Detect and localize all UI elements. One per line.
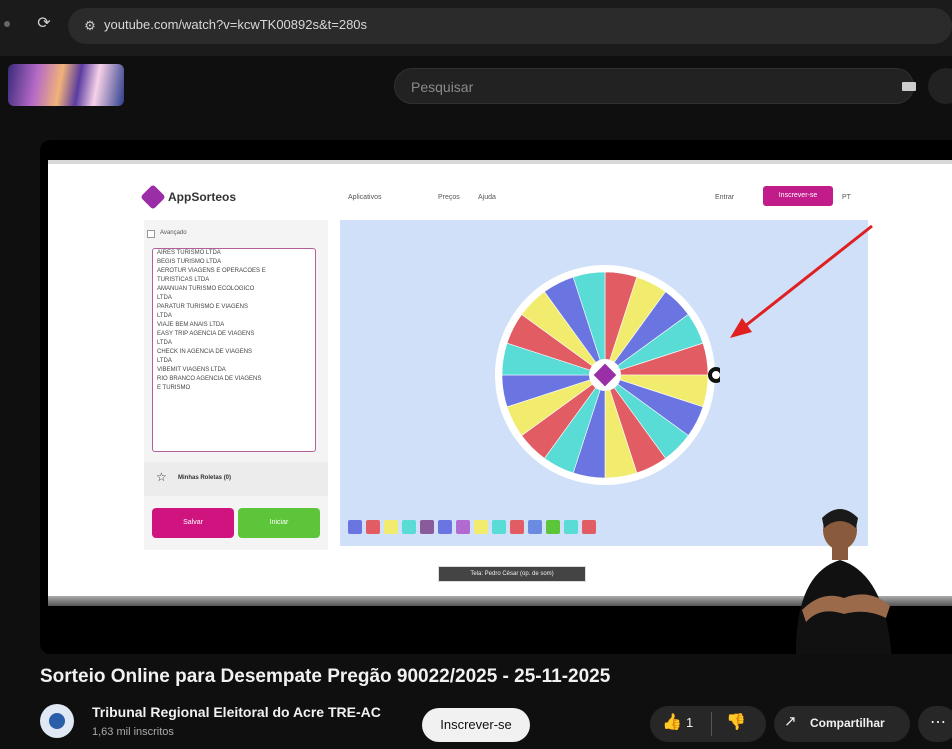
doodle-logo[interactable] <box>8 64 124 106</box>
entry: LTDA <box>157 340 172 346</box>
subscriber-count: 1,63 mil inscritos <box>92 726 174 738</box>
color-swatch <box>438 520 452 534</box>
entry: VIBEMIT VIAGENS LTDA <box>157 367 226 373</box>
color-swatch <box>528 520 542 534</box>
video-player[interactable]: AppSorteos Aplicativos Preços Ajuda Entr… <box>40 140 952 654</box>
search-placeholder: Pesquisar <box>411 79 474 95</box>
appsorteos-logo: AppSorteos <box>168 190 237 204</box>
color-swatches <box>348 520 596 534</box>
credit-caption: Tela: Pedro César (op. de som) <box>438 566 586 582</box>
like-divider <box>711 712 712 736</box>
entry: RIO BRANCO AGENCIA DE VIAGENS <box>157 376 262 382</box>
back-icon[interactable] <box>4 21 10 27</box>
my-wheels-label: Minhas Roletas (0) <box>178 475 232 481</box>
save-button-frame: Salvar <box>152 508 234 538</box>
dislike-icon[interactable]: 👎 <box>726 712 746 732</box>
entry: CHECK IN AGENCIA DE VIAGENS <box>157 349 253 355</box>
keyboard-icon[interactable] <box>902 82 916 91</box>
color-swatch <box>366 520 380 534</box>
entry: AMANUAN TURISMO ECOLOGICO <box>157 286 255 292</box>
color-swatch <box>546 520 560 534</box>
menu-prices: Preços <box>438 194 460 201</box>
color-swatch <box>402 520 416 534</box>
search-input[interactable]: Pesquisar <box>394 68 914 104</box>
entry: LTDA <box>157 358 172 364</box>
advanced-checkbox <box>147 230 155 238</box>
url-text[interactable]: youtube.com/watch?v=kcwTK00892s&t=280s <box>104 17 367 32</box>
color-swatch <box>348 520 362 534</box>
color-swatch <box>492 520 506 534</box>
entry: AIRES TURISMO LTDA <box>157 250 221 256</box>
menu-help: Ajuda <box>478 194 496 201</box>
entry: EASY TRIP AGENCIA DE VIAGENS <box>157 331 255 337</box>
like-icon[interactable]: 👍 <box>662 712 682 732</box>
prize-wheel <box>495 265 720 485</box>
share-label[interactable]: Compartilhar <box>810 716 885 730</box>
menu-lang: PT <box>842 194 851 201</box>
red-arrow-icon <box>730 224 873 338</box>
channel-avatar[interactable] <box>40 704 74 738</box>
start-button-frame: Iniciar <box>238 508 320 538</box>
entry: VIAJE BEM ANAIS LTDA <box>157 322 225 328</box>
appsorteos-logo-icon <box>140 184 166 210</box>
color-swatch <box>474 520 488 534</box>
wheel-pointer-icon <box>708 367 720 383</box>
channel-name[interactable]: Tribunal Regional Eleitoral do Acre TRE-… <box>92 704 381 720</box>
menu-apps: Aplicativos <box>348 194 382 201</box>
entries-list: AIRES TURISMO LTDA BEGIS TURISMO LTDA AE… <box>152 248 316 452</box>
like-count[interactable]: 1 <box>686 715 693 730</box>
my-wheels-bar: ☆ Minhas Roletas (0) <box>144 462 328 496</box>
color-swatch <box>384 520 398 534</box>
entry: PARATUR TURISMO E VIAGENS <box>157 304 249 310</box>
video-title: Sorteio Online para Desempate Pregão 900… <box>40 666 611 687</box>
entry: AEROTUR VIAGENS E OPERACOES E <box>157 268 266 274</box>
entry: BEGIS TURISMO LTDA <box>157 259 222 265</box>
share-icon[interactable]: ↗ <box>784 712 797 730</box>
reload-icon[interactable]: ⟳ <box>34 14 54 34</box>
entry: LTDA <box>157 313 172 319</box>
signup-button-frame: Inscrever-se <box>763 186 833 206</box>
entry: TURISTICAS LTDA <box>157 277 210 283</box>
color-swatch <box>420 520 434 534</box>
entry: E TURISMO <box>157 385 191 391</box>
site-info-icon[interactable]: ⚙ <box>80 16 100 36</box>
sign-language-interpreter <box>795 509 892 654</box>
subscribe-button[interactable]: Inscrever-se <box>422 708 530 742</box>
color-swatch <box>582 520 596 534</box>
advanced-label: Avançado <box>160 230 187 236</box>
color-swatch <box>564 520 578 534</box>
entry: LTDA <box>157 295 172 301</box>
menu-login: Entrar <box>715 194 735 201</box>
color-swatch <box>456 520 470 534</box>
color-swatch <box>510 520 524 534</box>
more-actions-button[interactable]: ⋯ <box>918 706 952 742</box>
star-icon: ☆ <box>156 470 167 484</box>
